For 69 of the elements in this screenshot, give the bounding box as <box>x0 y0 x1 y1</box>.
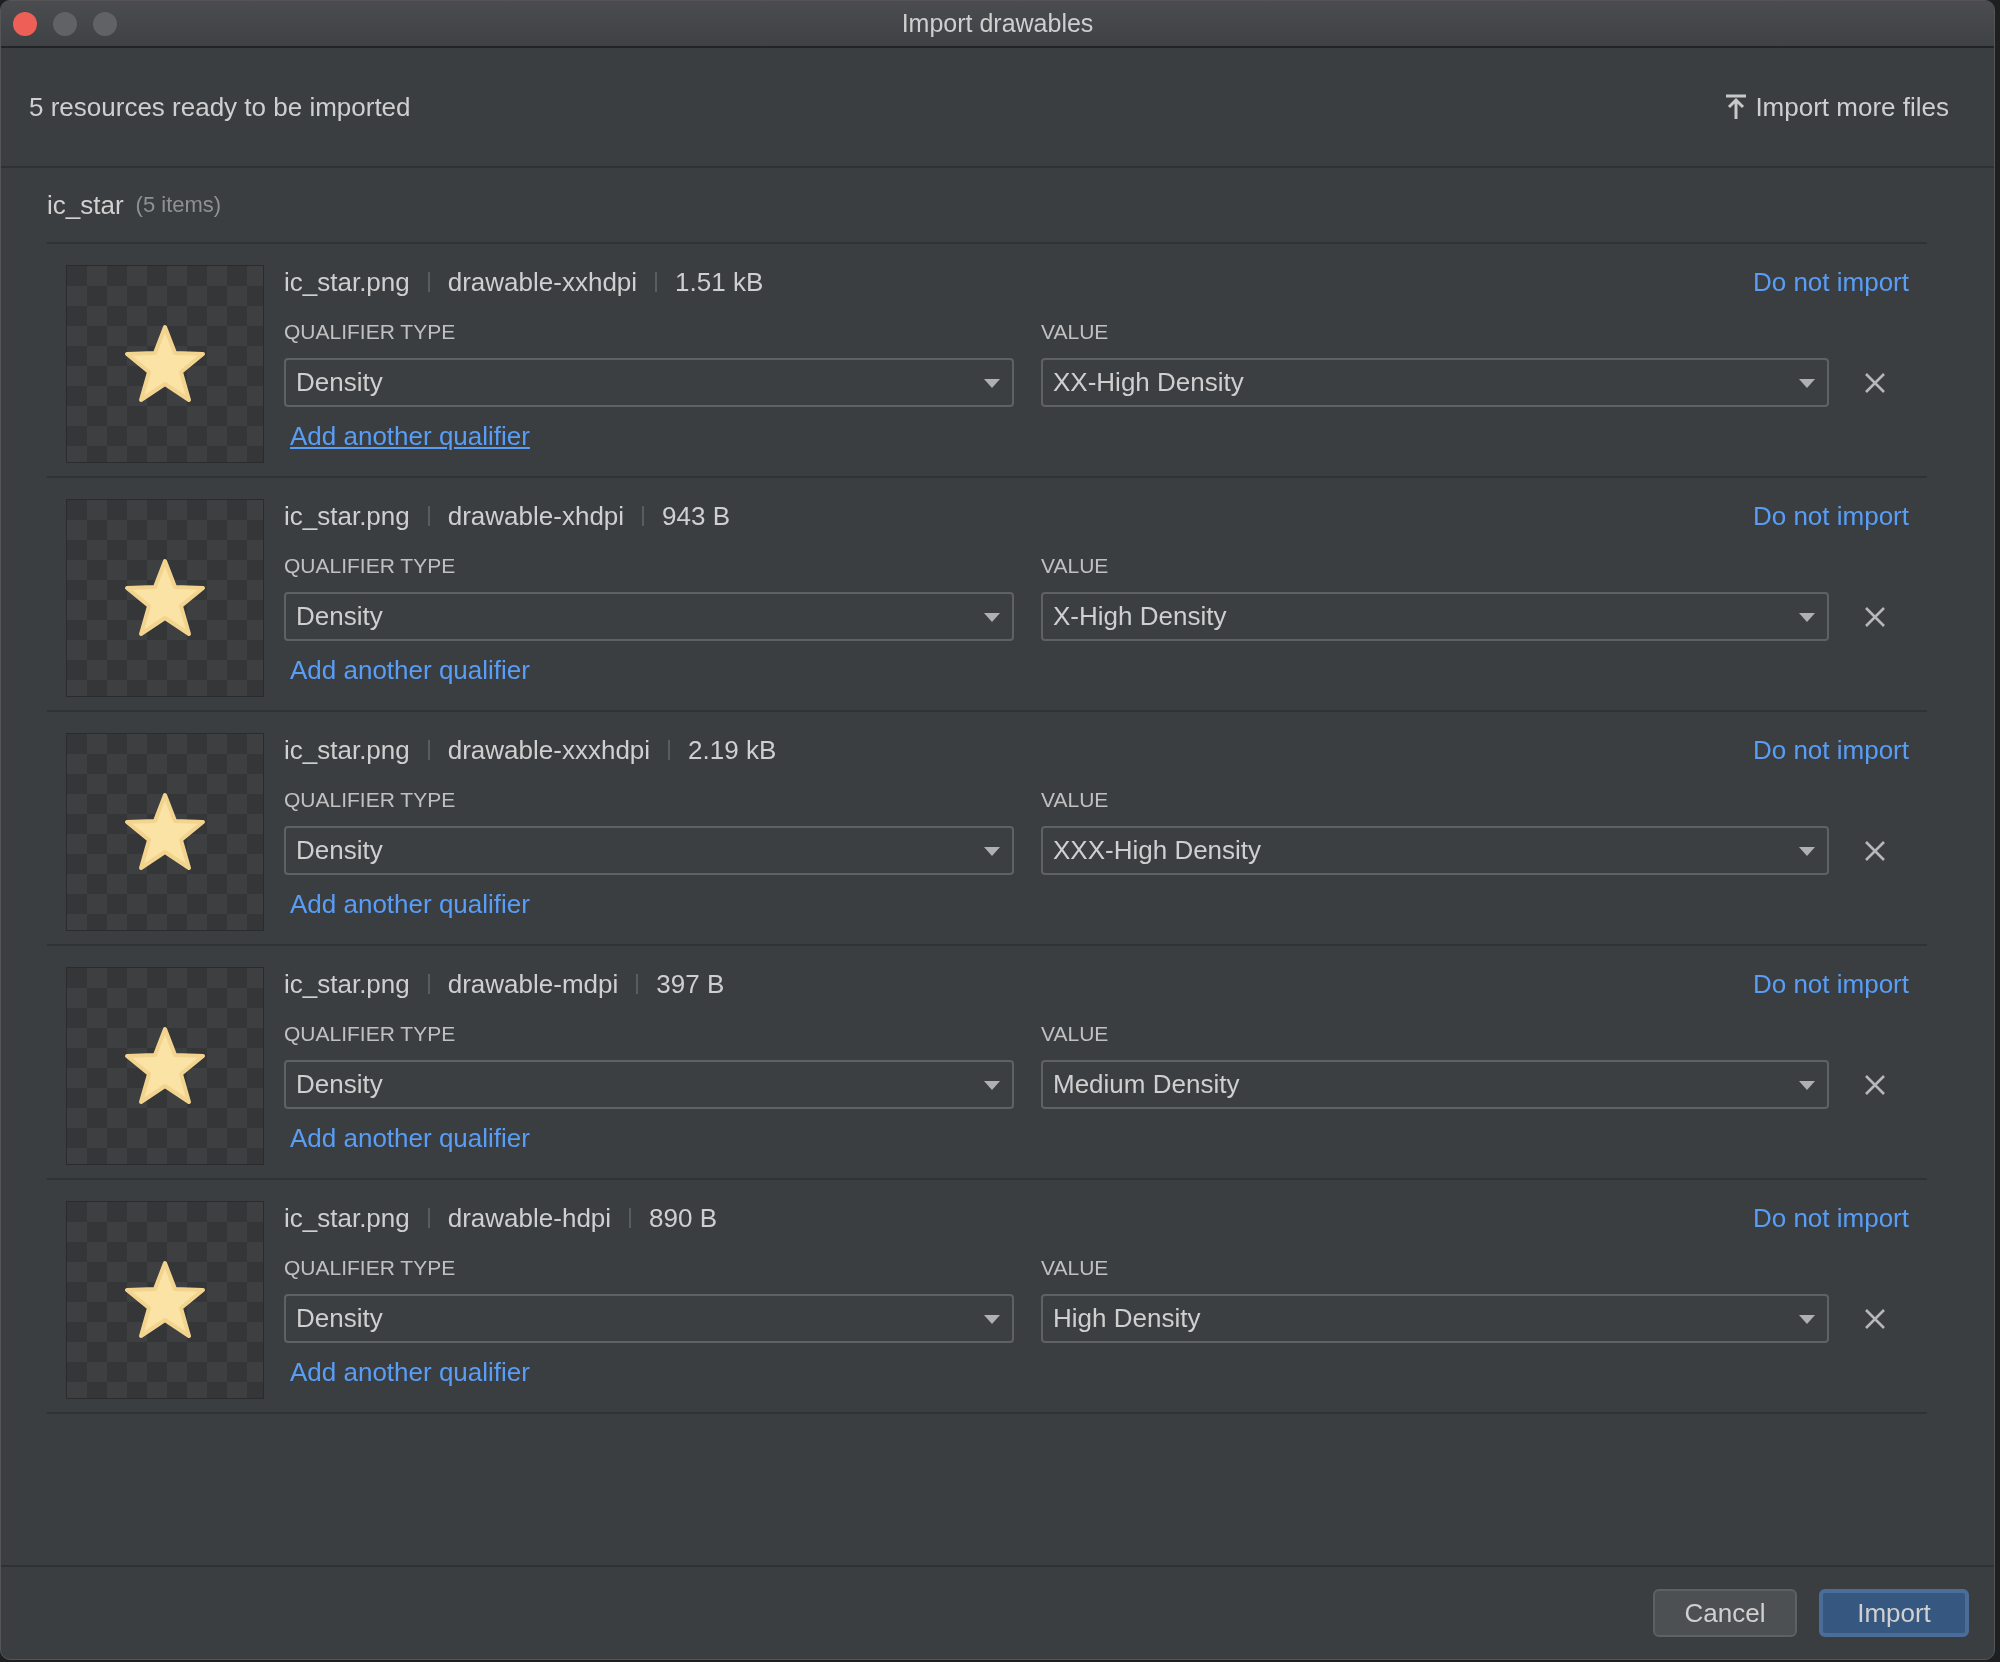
value-dropdown[interactable]: X-High Density <box>1041 592 1829 641</box>
qualifier-type-dropdown[interactable]: Density <box>284 1060 1014 1109</box>
file-size: 943 B <box>662 500 731 532</box>
file-size: 1.51 kB <box>675 266 764 298</box>
dropdown-caret-icon <box>1797 1078 1817 1091</box>
add-qualifier-link[interactable]: Add another qualifier <box>290 1123 530 1154</box>
do-not-import-link[interactable]: Do not import <box>1752 1202 1909 1234</box>
value-label: VALUE <box>1041 1256 1110 1280</box>
value-label: VALUE <box>1041 554 1110 578</box>
do-not-import-link[interactable]: Do not import <box>1752 734 1909 766</box>
group-name: ic_star <box>47 189 124 221</box>
folder-name: drawable-xxxhdpi <box>447 734 651 766</box>
value-dropdown[interactable]: XX-High Density <box>1041 358 1829 407</box>
qualifier-type-label: QUALIFIER TYPE <box>284 1022 457 1046</box>
file-name: ic_star.png <box>284 968 410 1000</box>
qualifier-type-dropdown[interactable]: Density <box>284 826 1014 875</box>
dropdown-caret-icon <box>982 1312 1002 1325</box>
file-name: ic_star.png <box>284 500 410 532</box>
dropdown-caret-icon <box>982 844 1002 857</box>
qualifier-type-dropdown[interactable]: Density <box>284 592 1014 641</box>
import-more-files-button[interactable]: Import more files <box>1725 91 1949 123</box>
file-name: ic_star.png <box>284 734 410 766</box>
import-button[interactable]: Import <box>1819 1589 1969 1637</box>
do-not-import-link[interactable]: Do not import <box>1752 266 1909 298</box>
star-icon <box>123 557 207 639</box>
add-qualifier-link[interactable]: Add another qualifier <box>290 1357 530 1388</box>
value-label: VALUE <box>1041 1022 1110 1046</box>
star-icon <box>123 1025 207 1107</box>
dropdown-caret-icon <box>982 1078 1002 1091</box>
star-icon <box>123 323 207 405</box>
dropdown-caret-icon <box>982 376 1002 389</box>
file-name: ic_star.png <box>284 1202 410 1234</box>
qualifier-type-dropdown[interactable]: Density <box>284 1294 1014 1343</box>
file-size: 890 B <box>649 1202 718 1234</box>
qualifier-type-label: QUALIFIER TYPE <box>284 1256 457 1280</box>
dropdown-caret-icon <box>1797 376 1817 389</box>
star-icon <box>123 1259 207 1341</box>
file-size: 397 B <box>656 968 725 1000</box>
summary-text: 5 resources ready to be imported <box>29 91 411 123</box>
folder-name: drawable-xxhdpi <box>447 266 638 298</box>
folder-name: drawable-mdpi <box>447 968 619 1000</box>
do-not-import-link[interactable]: Do not import <box>1752 500 1909 532</box>
file-name: ic_star.png <box>284 266 410 298</box>
do-not-import-link[interactable]: Do not import <box>1752 968 1909 1000</box>
folder-name: drawable-xhdpi <box>447 500 625 532</box>
dropdown-caret-icon <box>1797 1312 1817 1325</box>
upload-arrow-icon <box>1725 94 1748 120</box>
add-qualifier-link[interactable]: Add another qualifier <box>290 421 530 452</box>
qualifier-type-label: QUALIFIER TYPE <box>284 554 457 578</box>
add-qualifier-link[interactable]: Add another qualifier <box>290 889 530 920</box>
value-label: VALUE <box>1041 788 1110 812</box>
window-title: Import drawables <box>901 9 1094 37</box>
value-label: VALUE <box>1041 320 1110 344</box>
cancel-button[interactable]: Cancel <box>1653 1589 1797 1637</box>
qualifier-type-dropdown[interactable]: Density <box>284 358 1014 407</box>
dropdown-caret-icon <box>1797 844 1817 857</box>
file-size: 2.19 kB <box>688 734 777 766</box>
dropdown-caret-icon <box>982 610 1002 623</box>
value-dropdown[interactable]: XXX-High Density <box>1041 826 1829 875</box>
dropdown-caret-icon <box>1797 610 1817 623</box>
close-window-button[interactable] <box>13 11 37 36</box>
item-count: (5 items) <box>135 192 222 218</box>
value-dropdown[interactable]: Medium Density <box>1041 1060 1829 1109</box>
add-qualifier-link[interactable]: Add another qualifier <box>290 655 530 686</box>
folder-name: drawable-hdpi <box>447 1202 612 1234</box>
qualifier-type-label: QUALIFIER TYPE <box>284 320 457 344</box>
star-icon <box>123 791 207 873</box>
value-dropdown[interactable]: High Density <box>1041 1294 1829 1343</box>
qualifier-type-label: QUALIFIER TYPE <box>284 788 457 812</box>
